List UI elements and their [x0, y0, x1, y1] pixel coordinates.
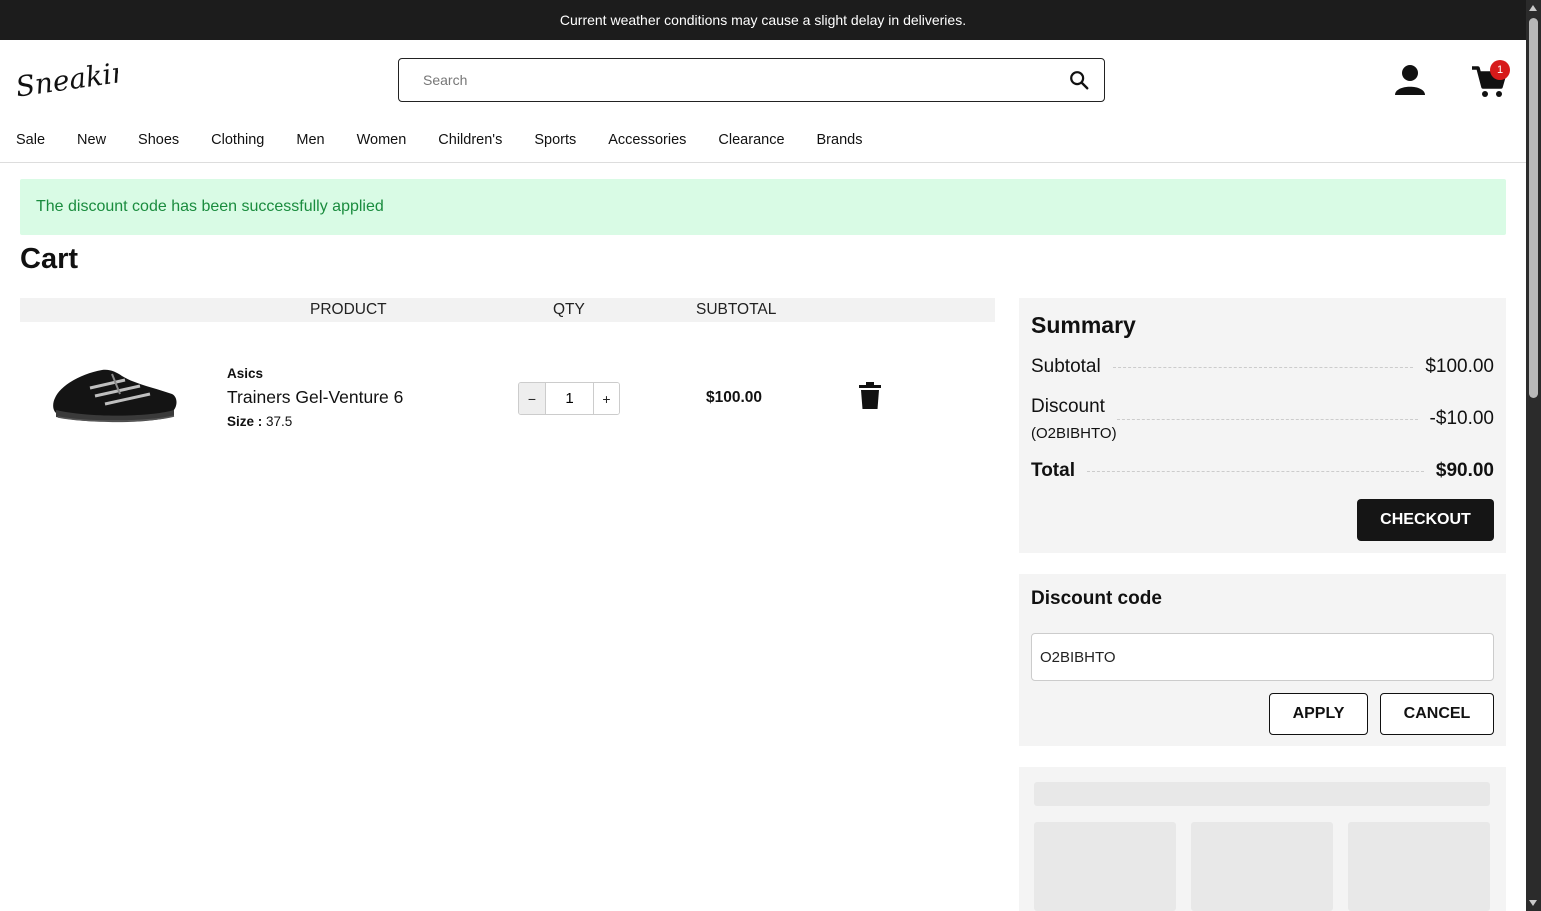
scroll-up-arrow-icon[interactable]: [1529, 5, 1537, 11]
product-size: Size : 37.5: [227, 414, 292, 429]
total-label: Total: [1031, 460, 1075, 481]
discount-title: Discount code: [1031, 588, 1162, 609]
skeleton-card: [1348, 822, 1490, 911]
summary-title: Summary: [1031, 312, 1136, 338]
discount-code-input[interactable]: [1031, 633, 1494, 681]
column-header-subtotal: SUBTOTAL: [696, 301, 777, 318]
nav-item-childrens[interactable]: Children's: [438, 132, 502, 148]
product-name[interactable]: Trainers Gel-Venture 6: [227, 387, 403, 408]
quantity-stepper: − +: [518, 382, 620, 415]
page-title: Cart: [20, 243, 79, 275]
subtotal-value: $100.00: [1425, 356, 1494, 377]
account-icon[interactable]: [1392, 62, 1428, 98]
nav-item-women[interactable]: Women: [357, 132, 407, 148]
checkout-button[interactable]: CHECKOUT: [1357, 499, 1494, 541]
nav-item-sale[interactable]: Sale: [16, 132, 45, 148]
skeleton-bar: [1034, 782, 1490, 806]
total-value: $90.00: [1435, 460, 1494, 481]
site-header: Sneakin 1 Sale New Shoes Clothing Men Wo…: [0, 40, 1526, 163]
loading-placeholder-panel: [1019, 767, 1506, 911]
discount-panel: Discount code APPLY CANCEL: [1019, 574, 1506, 746]
announcement-banner: Current weather conditions may cause a s…: [0, 0, 1526, 40]
nav-item-sports[interactable]: Sports: [534, 132, 576, 148]
line-subtotal: $100.00: [706, 389, 763, 406]
apply-button[interactable]: APPLY: [1269, 693, 1368, 735]
success-alert: The discount code has been successfully …: [20, 179, 1506, 235]
scrollbar[interactable]: [1526, 0, 1541, 911]
nav-item-brands[interactable]: Brands: [817, 132, 863, 148]
product-image[interactable]: [50, 360, 180, 430]
dotted-leader: [1116, 418, 1418, 420]
nav-item-new[interactable]: New: [77, 132, 106, 148]
search-bar: [398, 58, 1105, 102]
nav-item-shoes[interactable]: Shoes: [138, 132, 179, 148]
total-row: Total $90.00: [1031, 460, 1494, 482]
cart-count-badge: 1: [1490, 60, 1510, 80]
search-icon[interactable]: [1068, 69, 1090, 91]
column-header-product: PRODUCT: [310, 301, 387, 318]
cancel-button[interactable]: CANCEL: [1380, 693, 1494, 735]
dotted-leader: [1112, 366, 1414, 368]
summary-panel: Summary Subtotal $100.00 Discount -$10.0…: [1019, 298, 1506, 553]
search-input[interactable]: [423, 72, 1023, 88]
nav-item-clearance[interactable]: Clearance: [718, 132, 784, 148]
product-brand: Asics: [227, 366, 264, 381]
increase-qty-button[interactable]: +: [593, 383, 619, 414]
size-label: Size :: [227, 414, 263, 429]
applied-discount-code: (O2BIBHTO): [1031, 425, 1117, 442]
main-nav: Sale New Shoes Clothing Men Women Childr…: [16, 132, 894, 148]
discount-label: Discount: [1031, 396, 1105, 417]
nav-item-men[interactable]: Men: [296, 132, 324, 148]
discount-value: -$10.00: [1429, 408, 1494, 429]
logo[interactable]: Sneakin: [14, 54, 118, 108]
subtotal-label: Subtotal: [1031, 356, 1101, 377]
skeleton-card: [1191, 822, 1333, 911]
banner-text: Current weather conditions may cause a s…: [559, 12, 967, 28]
subtotal-row: Subtotal $100.00: [1031, 356, 1494, 378]
alert-text: The discount code has been successfully …: [36, 198, 384, 215]
nav-item-accessories[interactable]: Accessories: [608, 132, 686, 148]
column-header-qty: QTY: [553, 301, 585, 318]
cart-table-header: PRODUCT QTY SUBTOTAL: [20, 298, 995, 322]
scroll-down-arrow-icon[interactable]: [1529, 900, 1537, 906]
size-value: 37.5: [266, 414, 293, 429]
trash-icon[interactable]: [858, 382, 882, 410]
decrease-qty-button[interactable]: −: [519, 383, 545, 414]
qty-input[interactable]: [545, 383, 593, 414]
dotted-leader: [1086, 470, 1424, 472]
svg-text:Sneakin: Sneakin: [14, 55, 118, 104]
scroll-thumb[interactable]: [1529, 18, 1538, 398]
skeleton-card: [1034, 822, 1176, 911]
nav-item-clothing[interactable]: Clothing: [211, 132, 264, 148]
